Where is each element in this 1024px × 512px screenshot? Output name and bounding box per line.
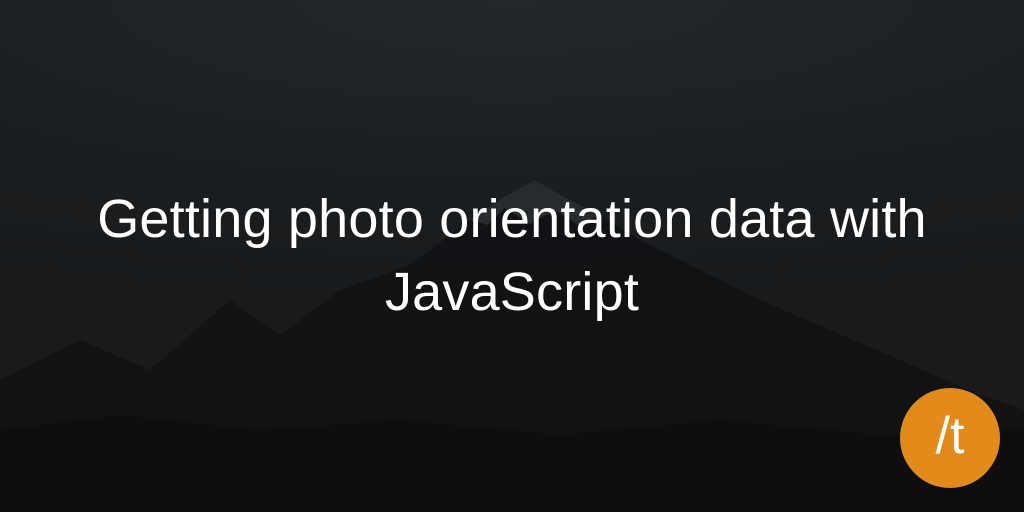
hero-title-wrap: Getting photo orientation data with Java…	[0, 0, 1024, 512]
hero-title: Getting photo orientation data with Java…	[80, 183, 944, 329]
site-logo-text: /t	[936, 410, 965, 462]
site-logo: /t	[900, 388, 1000, 488]
